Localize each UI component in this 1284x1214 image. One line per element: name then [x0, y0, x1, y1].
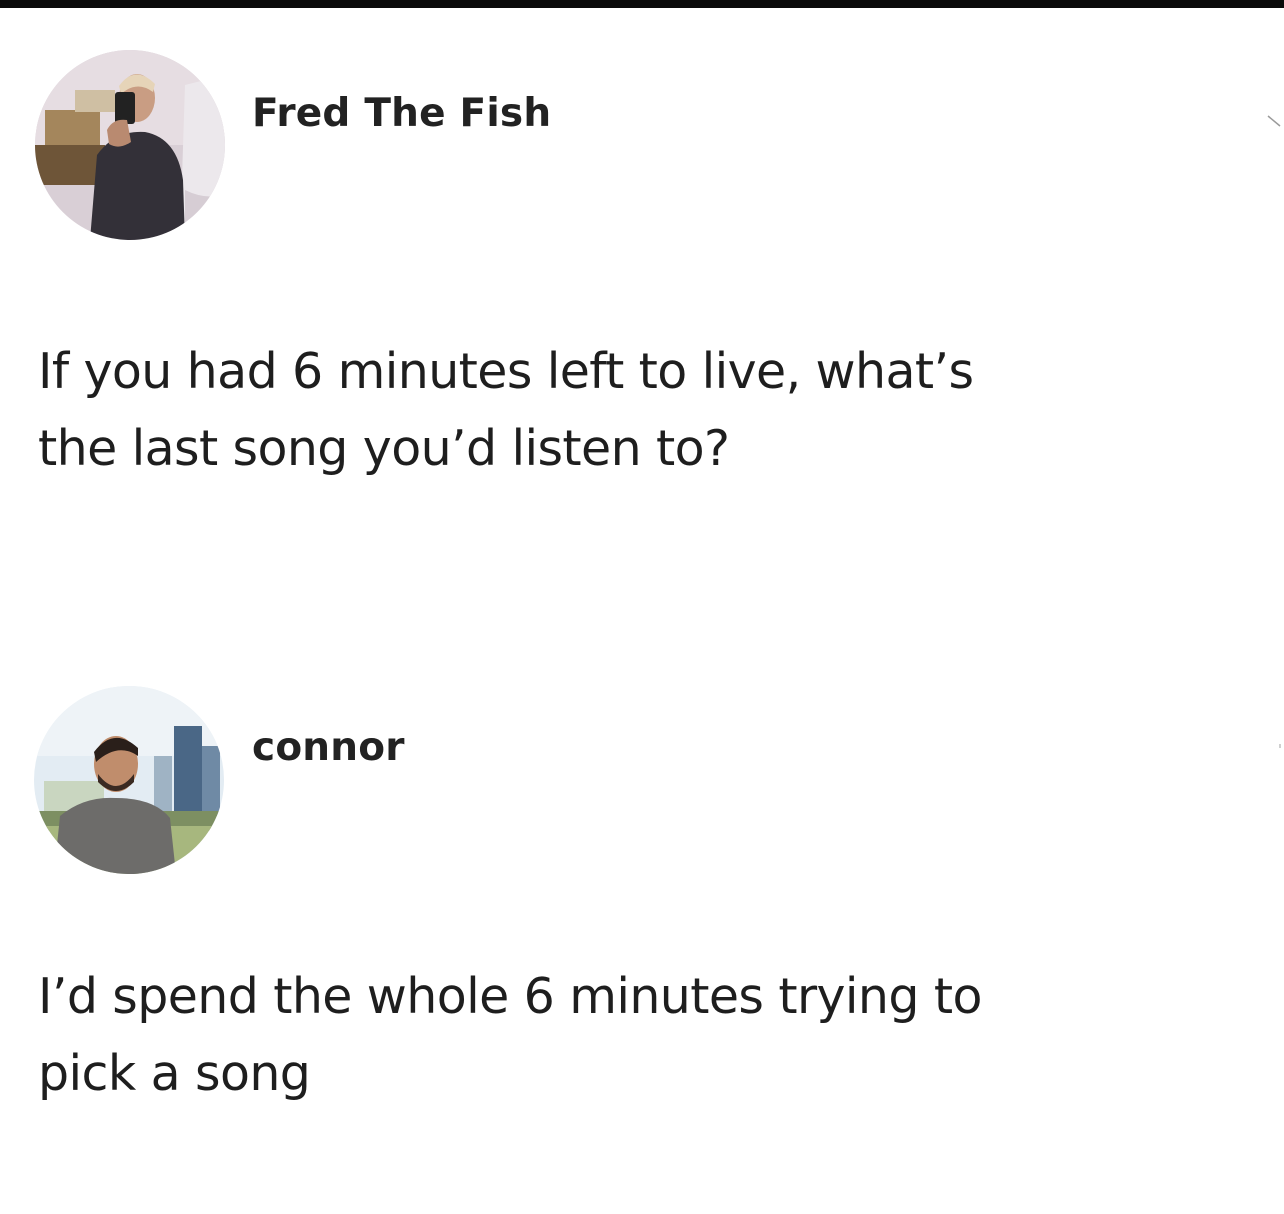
post-text-line: pick a song — [38, 1045, 311, 1102]
profile-photo-mirror-selfie-icon — [35, 50, 225, 240]
post-text: If you had 6 minutes left to live, what’… — [38, 333, 1258, 487]
post-text-line: I’d spend the whole 6 minutes trying to — [38, 968, 982, 1025]
post-text: I’d spend the whole 6 minutes trying to … — [38, 958, 1258, 1112]
author-name[interactable]: connor — [252, 725, 405, 770]
author-avatar[interactable] — [34, 686, 224, 874]
chevron-down-icon[interactable] — [1266, 740, 1284, 760]
profile-photo-outdoor-portrait-icon — [34, 686, 224, 874]
screen-top-edge — [0, 0, 1284, 8]
chevron-down-icon[interactable] — [1266, 112, 1284, 132]
author-name[interactable]: Fred The Fish — [252, 91, 551, 136]
author-avatar[interactable] — [35, 50, 225, 240]
post-text-line: the last song you’d listen to? — [38, 420, 730, 477]
post-text-line: If you had 6 minutes left to live, what’… — [38, 343, 974, 400]
